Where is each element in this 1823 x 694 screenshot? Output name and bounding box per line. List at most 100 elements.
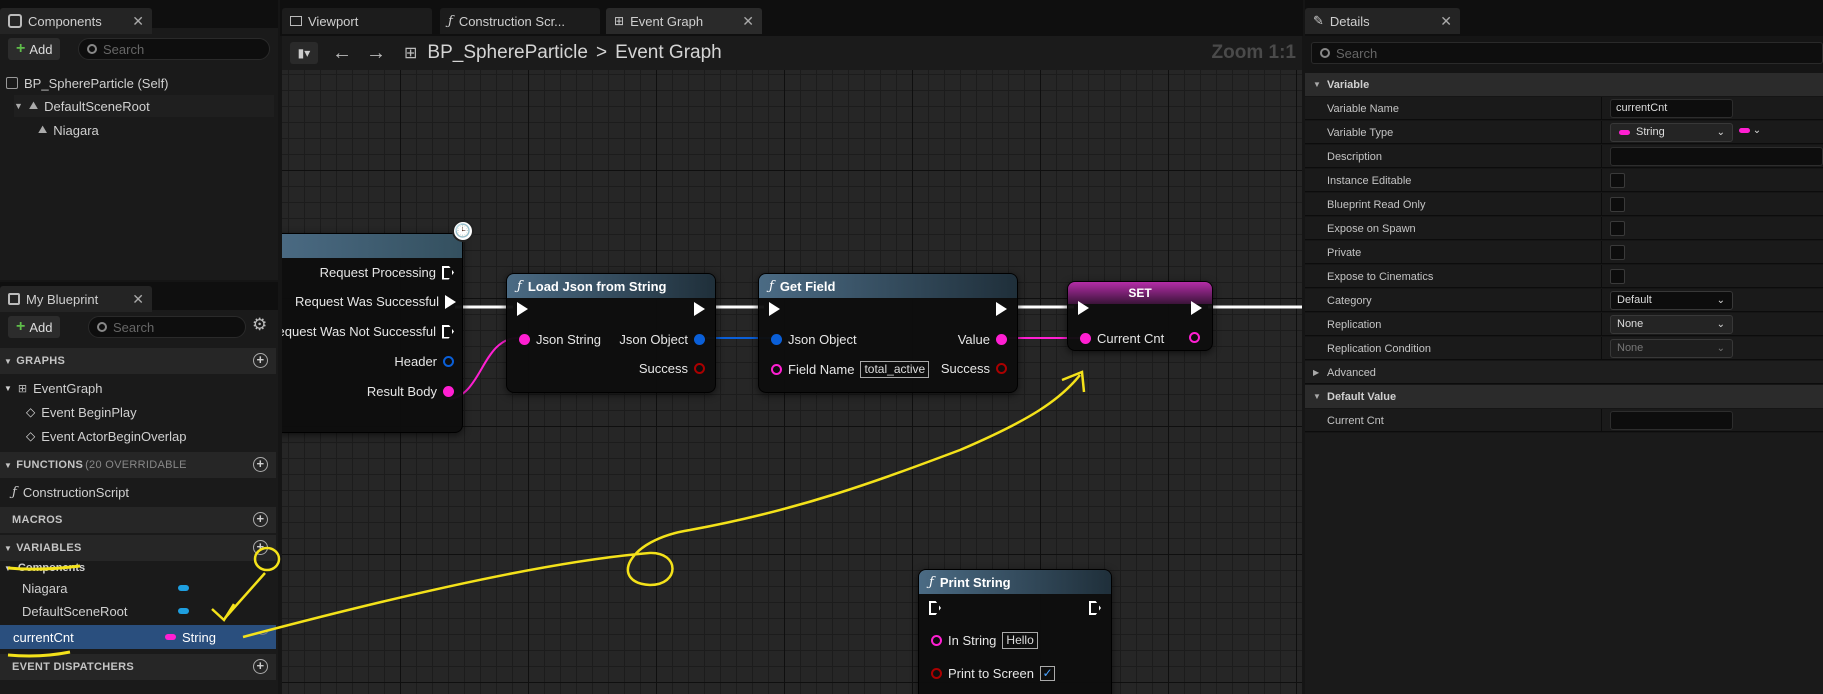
pin-value[interactable]: Value — [958, 332, 1007, 347]
exec-out-pin-icon[interactable] — [694, 302, 705, 316]
blueprint-search-input[interactable]: Search — [88, 316, 246, 338]
string-pin-icon[interactable] — [771, 364, 782, 375]
string-pin-icon[interactable] — [519, 334, 530, 345]
close-icon[interactable]: ✕ — [742, 13, 754, 30]
exec-in-pin-icon[interactable] — [929, 601, 941, 615]
exec-out-pin-icon[interactable] — [996, 302, 1007, 316]
blueprint-read-only-checkbox[interactable] — [1610, 197, 1625, 212]
graph-item-actorbeginoverlap[interactable]: ◇ Event ActorBeginOverlap — [26, 425, 186, 447]
default-value-section-header[interactable]: ▼ Default Value — [1305, 385, 1823, 408]
exec-in-pin-icon[interactable] — [517, 302, 528, 316]
print-to-screen-checkbox[interactable]: ✓ — [1040, 666, 1055, 681]
advanced-section-header[interactable]: ▶ Advanced — [1305, 361, 1823, 384]
graph-item-eventgraph[interactable]: ▼ ⊞ EventGraph — [4, 377, 103, 399]
pin-json-object-out[interactable]: Json Object — [619, 332, 705, 347]
add-component-button[interactable]: + Add — [8, 38, 61, 60]
current-cnt-default-input[interactable] — [1610, 411, 1733, 430]
gear-icon[interactable]: ⚙ — [252, 315, 267, 335]
tab-details[interactable]: ✎ Details ✕ — [1305, 8, 1460, 34]
back-arrow-icon[interactable]: ← — [332, 42, 352, 65]
function-item-constructionscript[interactable]: ƒ ConstructionScript — [12, 481, 129, 503]
pin-request-successful[interactable]: Request Was Successful — [295, 294, 456, 309]
print-string-node[interactable]: ƒ Print String In String Hello Print to … — [918, 569, 1112, 694]
variable-section-header[interactable]: ▼ Variable — [1305, 73, 1823, 96]
object-pin-icon[interactable] — [771, 334, 782, 345]
get-field-node[interactable]: ƒ Get Field Json Object Field Name total… — [758, 273, 1018, 393]
exec-out-pin-icon[interactable] — [1191, 301, 1202, 315]
close-icon[interactable]: ✕ — [132, 291, 144, 308]
exec-in-pin-icon[interactable] — [1078, 301, 1089, 315]
components-search-input[interactable]: Search — [78, 38, 270, 60]
string-pin-icon[interactable] — [996, 334, 1007, 345]
string-pin-icon[interactable] — [443, 386, 454, 397]
tree-item-defaultsceneroot[interactable]: ▼ ⛰ DefaultSceneRoot — [14, 95, 274, 117]
tree-item-self[interactable]: BP_SphereParticle (Self) — [6, 72, 169, 94]
variable-item-currentcnt[interactable]: currentCnt String ︶ — [0, 625, 276, 649]
pin-in-string[interactable]: In String Hello — [931, 632, 1038, 649]
bool-pin-icon[interactable] — [931, 668, 942, 679]
replication-condition-dropdown[interactable]: None ⌄ — [1610, 339, 1733, 358]
bool-pin-icon[interactable] — [694, 363, 705, 374]
pin-json-object-in[interactable]: Json Object — [771, 332, 857, 347]
set-variable-node[interactable]: SET Current Cnt — [1067, 281, 1213, 351]
macros-section-header[interactable]: MACROS + — [0, 507, 276, 533]
replication-dropdown[interactable]: None ⌄ — [1610, 315, 1733, 334]
object-pin-icon[interactable] — [443, 356, 454, 367]
close-icon[interactable]: ✕ — [1440, 13, 1452, 30]
visibility-eye-icon[interactable]: ︶ — [257, 629, 268, 645]
pin-request-processing[interactable]: Request Processing — [320, 265, 454, 280]
pin-header[interactable]: Header — [394, 354, 454, 369]
object-pin-icon[interactable] — [694, 334, 705, 345]
add-blueprint-item-button[interactable]: + Add — [8, 316, 61, 338]
variable-name-input[interactable]: currentCnt — [1610, 99, 1733, 118]
exec-in-pin-icon[interactable] — [769, 302, 780, 316]
bookmark-icon[interactable]: ▮▾ — [290, 42, 318, 64]
details-search-input[interactable]: Search — [1311, 42, 1823, 64]
graphs-section-header[interactable]: ▼ GRAPHS + — [0, 348, 276, 374]
tab-components[interactable]: Components ✕ — [0, 8, 152, 34]
string-pin-icon[interactable] — [931, 635, 942, 646]
expose-on-spawn-checkbox[interactable] — [1610, 221, 1625, 236]
load-json-node[interactable]: ƒ Load Json from String Json String Json… — [506, 273, 716, 393]
add-dispatcher-icon[interactable]: + — [253, 659, 268, 674]
in-string-input[interactable]: Hello — [1002, 632, 1038, 649]
expand-arrow-icon[interactable]: ▼ — [14, 101, 23, 111]
pin-print-to-screen[interactable]: Print to Screen ✓ — [931, 666, 1055, 681]
pin-load-success[interactable]: Success — [639, 361, 705, 376]
tab-viewport[interactable]: Viewport — [282, 8, 432, 34]
graph-item-beginplay[interactable]: ◇ Event BeginPlay — [26, 401, 137, 423]
string-pin-icon[interactable] — [1080, 333, 1091, 344]
breadcrumb-leaf[interactable]: Event Graph — [615, 42, 722, 64]
exec-pin-icon[interactable] — [445, 294, 456, 309]
breadcrumb-root[interactable]: BP_SphereParticle — [427, 42, 588, 64]
instance-editable-checkbox[interactable] — [1610, 173, 1625, 188]
variable-item-niagara[interactable]: Niagara — [22, 577, 272, 599]
tab-construction-script[interactable]: ƒ Construction Scr... — [440, 8, 600, 34]
string-out-pin-icon[interactable] — [1189, 332, 1200, 343]
tab-event-graph[interactable]: ⊞ Event Graph ✕ — [606, 8, 762, 34]
container-type-dropdown[interactable]: ⌄ — [1739, 125, 1761, 136]
variables-components-group[interactable]: ▼ Components — [4, 559, 85, 577]
pin-result-body[interactable]: Result Body — [367, 384, 454, 399]
add-graph-icon[interactable]: + — [253, 353, 268, 368]
event-dispatchers-section-header[interactable]: EVENT DISPATCHERS + — [0, 654, 276, 680]
pin-current-cnt[interactable]: Current Cnt — [1080, 331, 1164, 346]
add-function-icon[interactable]: + — [253, 457, 268, 472]
event-graph-canvas[interactable]: 🕒 Request Processing Request Was Success… — [282, 36, 1302, 694]
variables-section-header[interactable]: ▼ VARIABLES + — [0, 535, 276, 561]
tree-item-niagara[interactable]: ⛰ Niagara — [38, 119, 99, 141]
forward-arrow-icon[interactable]: → — [366, 42, 386, 65]
field-name-input[interactable]: total_active — [860, 361, 930, 378]
functions-section-header[interactable]: ▼ FUNCTIONS (20 OVERRIDABLE + — [0, 452, 276, 478]
expose-to-cinematics-checkbox[interactable] — [1610, 269, 1625, 284]
pin-getfield-success[interactable]: Success — [941, 361, 1007, 376]
pin-field-name[interactable]: Field Name total_active — [771, 361, 930, 378]
exec-pin-icon[interactable] — [442, 324, 454, 339]
variable-item-defaultsceneroot[interactable]: DefaultSceneRoot — [22, 600, 272, 622]
pin-json-string[interactable]: Json String — [519, 332, 601, 347]
close-icon[interactable]: ✕ — [132, 13, 144, 30]
bool-pin-icon[interactable] — [996, 363, 1007, 374]
private-checkbox[interactable] — [1610, 245, 1625, 260]
variable-type-dropdown[interactable]: String ⌄ — [1610, 123, 1733, 142]
category-combo[interactable]: Default ⌄ — [1610, 291, 1733, 310]
